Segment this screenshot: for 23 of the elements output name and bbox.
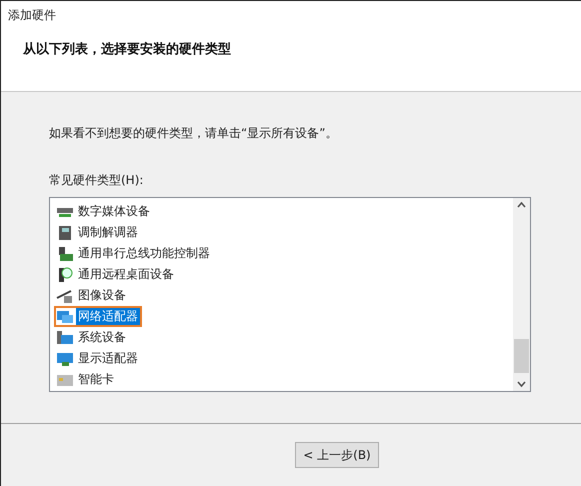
list-item[interactable]: 智能卡 [54, 369, 118, 390]
window-title: 添加硬件 [7, 7, 57, 24]
list-item[interactable]: 调制解调器 [54, 222, 142, 243]
list-item[interactable]: 系统设备 [54, 327, 130, 348]
monitor-icon [56, 350, 74, 366]
phone-icon [56, 224, 74, 240]
scrollbar[interactable] [513, 198, 530, 391]
computer-icon [56, 330, 74, 346]
list-item[interactable]: 通用串行总线功能控制器 [54, 243, 214, 264]
list-label: 常见硬件类型(H): [49, 172, 144, 189]
page-heading: 从以下列表，选择要安装的硬件类型 [22, 40, 232, 58]
list-item[interactable]: 通用远程桌面设备 [54, 264, 178, 285]
camera-icon [56, 288, 74, 304]
network-computers-icon [56, 308, 74, 324]
list-item[interactable]: 显示适配器 [54, 348, 142, 369]
remote-desktop-icon [56, 266, 74, 282]
list-item[interactable]: 网络适配器 [54, 306, 142, 327]
back-button[interactable]: < 上一步(B) [295, 442, 379, 468]
list-item[interactable]: 数字媒体设备 [54, 201, 154, 222]
scroll-thumb[interactable] [514, 339, 529, 373]
list-item[interactable]: 图像设备 [54, 285, 130, 306]
hint-text: 如果看不到想要的硬件类型，请单击“显示所有设备”。 [49, 125, 338, 142]
usb-controller-icon [56, 246, 74, 262]
